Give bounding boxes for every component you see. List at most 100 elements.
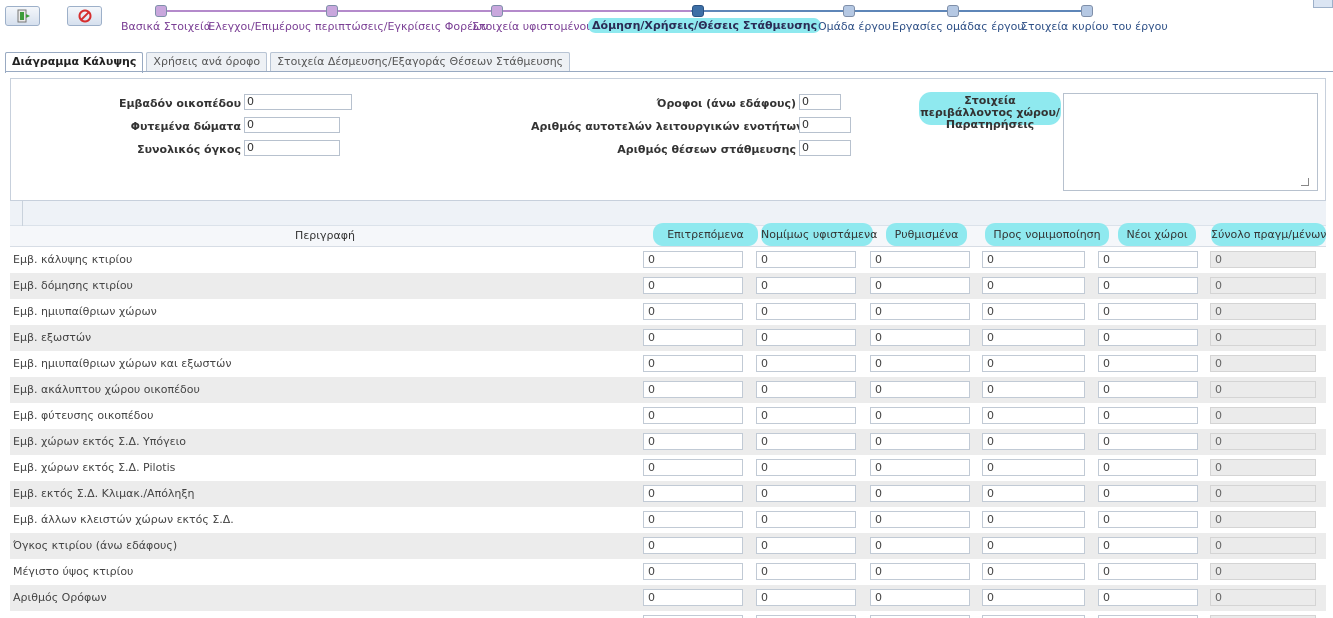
value-input[interactable]: 0 (982, 485, 1085, 502)
value-input[interactable]: 0 (756, 355, 856, 372)
wizard-step-team[interactable]: Ομάδα έργου (818, 20, 891, 33)
value-input[interactable]: 0 (982, 407, 1085, 424)
value-input[interactable]: 0 (643, 433, 743, 450)
value-input[interactable]: 0 (982, 511, 1085, 528)
value-input[interactable]: 0 (643, 381, 743, 398)
value-input[interactable]: 0 (643, 511, 743, 528)
value-input[interactable]: 0 (1098, 251, 1198, 268)
value-input[interactable]: 0 (982, 329, 1085, 346)
value-input[interactable]: 0 (1098, 433, 1198, 450)
value-input[interactable]: 0 (870, 381, 970, 398)
value-input[interactable]: 0 (643, 589, 743, 606)
value-input[interactable]: 0 (643, 537, 743, 554)
value-input[interactable]: 0 (982, 355, 1085, 372)
value-input[interactable]: 0 (870, 433, 970, 450)
window-corner-button[interactable] (1313, 0, 1333, 8)
value-input[interactable]: 0 (982, 303, 1085, 320)
value-input[interactable]: 0 (982, 381, 1085, 398)
wizard-node-team-tasks[interactable] (947, 5, 959, 17)
value-input[interactable]: 0 (643, 251, 743, 268)
value-input[interactable]: 0 (756, 459, 856, 476)
value-input[interactable]: 0 (1098, 589, 1198, 606)
value-input[interactable]: 0 (756, 563, 856, 580)
tab-coverage-diagram[interactable]: Διάγραμμα Κάλυψης (5, 52, 144, 73)
value-input[interactable]: 0 (756, 381, 856, 398)
value-input[interactable]: 0 (870, 589, 970, 606)
value-input[interactable]: 0 (1098, 459, 1198, 476)
value-input[interactable]: 0 (1098, 563, 1198, 580)
value-input[interactable]: 0 (870, 563, 970, 580)
value-input[interactable]: 0 (1098, 303, 1198, 320)
value-input[interactable]: 0 (870, 485, 970, 502)
value-input[interactable]: 0 (870, 537, 970, 554)
value-input[interactable]: 0 (643, 407, 743, 424)
value-input[interactable]: 0 (756, 537, 856, 554)
export-button[interactable] (5, 6, 40, 26)
value-input[interactable]: 0 (1098, 329, 1198, 346)
value-input[interactable]: 0 (982, 563, 1085, 580)
value-input[interactable]: 0 (756, 485, 856, 502)
wizard-step-existing[interactable]: Στοιχεία υφιστομένου (472, 20, 593, 33)
value-input[interactable]: 0 (982, 459, 1085, 476)
value-input[interactable]: 0 (982, 433, 1085, 450)
wizard-step-owner[interactable]: Στοιχεία κυρίου του έργου (1021, 20, 1168, 33)
value-input[interactable]: 0 (870, 511, 970, 528)
value-input[interactable]: 0 (1098, 277, 1198, 294)
cancel-button[interactable] (67, 6, 102, 26)
wizard-step-team-tasks[interactable]: Εργασίες ομάδας έργου (892, 20, 1024, 33)
value-input[interactable]: 0 (1098, 511, 1198, 528)
value-input[interactable]: 0 (870, 329, 970, 346)
wizard-node-building[interactable] (692, 5, 704, 17)
value-input[interactable]: 0 (756, 433, 856, 450)
value-input[interactable]: 0 (982, 589, 1085, 606)
value-input[interactable]: 0 (756, 277, 856, 294)
wizard-node-team[interactable] (843, 5, 855, 17)
value-input[interactable]: 0 (870, 277, 970, 294)
wizard-step-basic[interactable]: Βασικά Στοιχεία (121, 20, 211, 33)
resize-handle-icon[interactable] (1301, 178, 1309, 186)
plot-area-input[interactable]: 0 (244, 94, 352, 110)
parking-input[interactable]: 0 (799, 140, 851, 156)
value-input[interactable]: 0 (982, 537, 1085, 554)
wizard-node-basic[interactable] (155, 5, 167, 17)
value-input[interactable]: 0 (1098, 355, 1198, 372)
value-input[interactable]: 0 (1098, 407, 1198, 424)
wizard-node-owner[interactable] (1081, 5, 1093, 17)
col-header-new-spaces: Νέοι χώροι (1118, 223, 1196, 246)
value-input[interactable]: 0 (756, 589, 856, 606)
value-input[interactable]: 0 (870, 355, 970, 372)
value-input[interactable]: 0 (643, 303, 743, 320)
value-input[interactable]: 0 (643, 277, 743, 294)
value-input[interactable]: 0 (870, 407, 970, 424)
wizard-step-building[interactable]: Δόμηση/Χρήσεις/Θέσεις Στάθμευσης (588, 18, 822, 33)
value-input[interactable]: 0 (643, 459, 743, 476)
value-input[interactable]: 0 (643, 563, 743, 580)
units-input[interactable]: 0 (799, 117, 851, 133)
value-input[interactable]: 0 (756, 329, 856, 346)
floors-input[interactable]: 0 (799, 94, 841, 110)
wizard-node-existing[interactable] (491, 5, 503, 17)
environment-textarea[interactable] (1063, 93, 1318, 191)
total-volume-input[interactable]: 0 (244, 140, 340, 156)
value-input[interactable]: 0 (982, 277, 1085, 294)
value-input[interactable]: 0 (756, 251, 856, 268)
value-input[interactable]: 0 (756, 407, 856, 424)
wizard-node-checks[interactable] (326, 5, 338, 17)
value-input[interactable]: 0 (756, 303, 856, 320)
value-input[interactable]: 0 (1098, 485, 1198, 502)
green-roofs-input[interactable]: 0 (244, 117, 340, 133)
value-input[interactable]: 0 (870, 303, 970, 320)
tab-uses-per-floor[interactable]: Χρήσεις ανά όροφο (146, 52, 268, 72)
tab-parking-commitment[interactable]: Στοιχεία Δέσμευσης/Εξαγοράς Θέσεων Στάθμ… (270, 52, 571, 72)
value-input[interactable]: 0 (1098, 537, 1198, 554)
value-input[interactable]: 0 (870, 251, 970, 268)
value-input[interactable]: 0 (982, 251, 1085, 268)
table-row: Εμβ. δόμησης κτιρίου 0 0 0 0 0 0 (10, 273, 1326, 299)
value-input[interactable]: 0 (643, 485, 743, 502)
value-input[interactable]: 0 (756, 511, 856, 528)
value-input[interactable]: 0 (643, 329, 743, 346)
wizard-step-checks[interactable]: Έλεγχοι/Επιμέρους περιπτώσεις/Εγκρίσεις … (207, 20, 488, 33)
value-input[interactable]: 0 (870, 459, 970, 476)
value-input[interactable]: 0 (1098, 381, 1198, 398)
value-input[interactable]: 0 (643, 355, 743, 372)
